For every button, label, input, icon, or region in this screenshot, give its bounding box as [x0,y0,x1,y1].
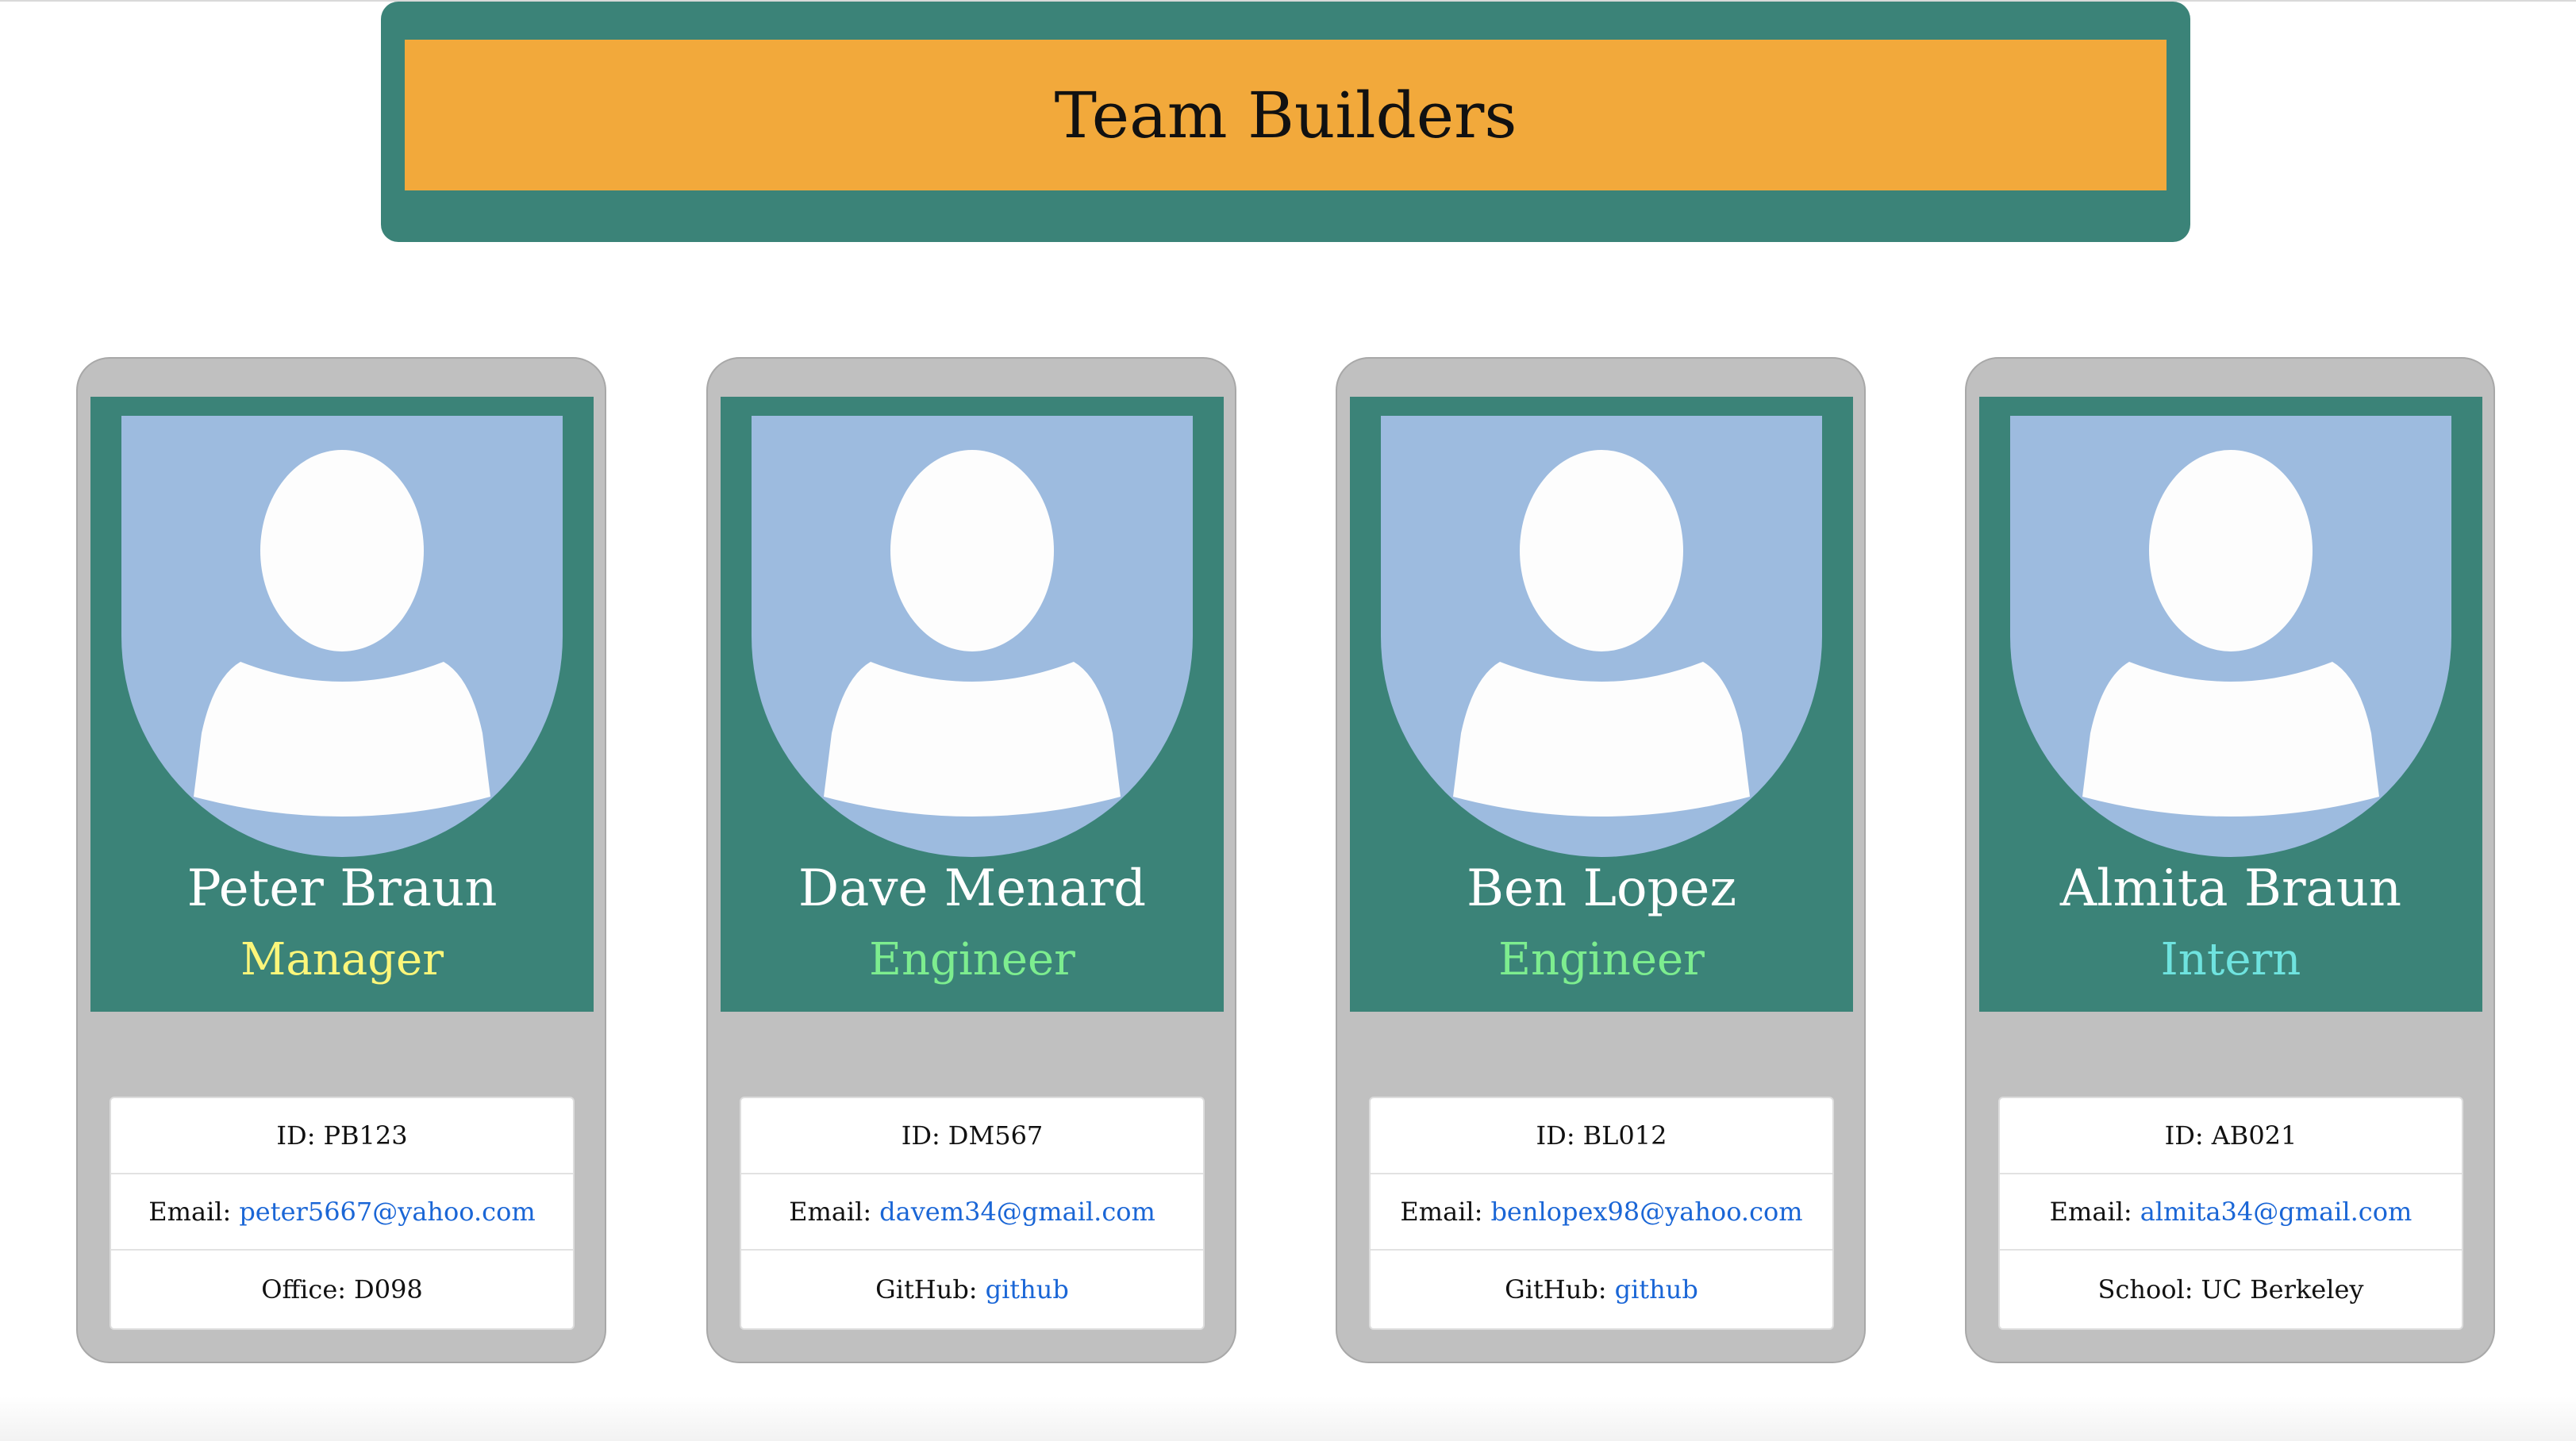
employee-card-intern: Almita Braun Intern ID: AB021 Email: alm… [1965,357,2495,1363]
card-header: Ben Lopez Engineer [1350,397,1853,1012]
user-silhouette-icon [752,416,1193,857]
email-link[interactable]: almita34@gmail.com [2140,1197,2413,1227]
employee-details-list: ID: PB123 Email: peter5667@yahoo.com Off… [110,1097,575,1330]
github-link[interactable]: github [1615,1274,1698,1305]
email-label: Email: [2049,1197,2132,1227]
email-label: Email: [789,1197,872,1227]
header-banner: Team Builders [381,2,2190,242]
id-value: AB021 [2211,1120,2297,1151]
office-row: Office: D098 [111,1251,573,1328]
id-row: ID: BL012 [1371,1098,1832,1174]
id-label: ID: [1536,1120,1575,1151]
employee-name: Almita Braun [2059,859,2402,918]
school-row: School: UC Berkeley [2000,1251,2462,1328]
card-header: Dave Menard Engineer [721,397,1224,1012]
employee-name: Peter Braun [186,859,498,918]
school-label: School: [2097,1274,2193,1305]
header-bar: Team Builders [405,40,2167,190]
id-value: DM567 [948,1120,1044,1151]
github-row: GitHub: github [1371,1251,1832,1328]
bottom-shade [0,1397,2576,1441]
user-silhouette-icon [2010,416,2451,857]
email-link[interactable]: davem34@gmail.com [879,1197,1155,1227]
employee-role: Engineer [869,934,1075,986]
id-row: ID: DM567 [741,1098,1203,1174]
github-row: GitHub: github [741,1251,1203,1328]
email-row: Email: benlopex98@yahoo.com [1371,1174,1832,1251]
email-row: Email: davem34@gmail.com [741,1174,1203,1251]
id-label: ID: [901,1120,940,1151]
employee-name: Ben Lopez [1466,859,1737,918]
user-silhouette-icon [1381,416,1822,857]
user-silhouette-icon [121,416,563,857]
employee-details-list: ID: BL012 Email: benlopex98@yahoo.com Gi… [1369,1097,1834,1330]
email-link[interactable]: peter5667@yahoo.com [239,1197,535,1227]
employee-role: Engineer [1498,934,1705,986]
employee-details-list: ID: DM567 Email: davem34@gmail.com GitHu… [740,1097,1205,1330]
employee-role: Intern [2160,934,2301,986]
employee-card-engineer: Dave Menard Engineer ID: DM567 Email: da… [706,357,1236,1363]
id-label: ID: [2164,1120,2204,1151]
email-label: Email: [1400,1197,1483,1227]
employee-details-list: ID: AB021 Email: almita34@gmail.com Scho… [1998,1097,2463,1330]
id-row: ID: AB021 [2000,1098,2462,1174]
id-row: ID: PB123 [111,1098,573,1174]
employee-name: Dave Menard [798,859,1147,918]
school-value: UC Berkeley [2201,1274,2364,1305]
office-value: D098 [354,1274,423,1305]
employee-role: Manager [240,934,444,986]
github-label: GitHub: [875,1274,978,1305]
id-value: PB123 [323,1120,408,1151]
employee-card-engineer: Ben Lopez Engineer ID: BL012 Email: benl… [1336,357,1866,1363]
card-header: Almita Braun Intern [1979,397,2482,1012]
id-label: ID: [276,1120,316,1151]
github-link[interactable]: github [986,1274,1069,1305]
office-label: Office: [261,1274,347,1305]
employee-card-manager: Peter Braun Manager ID: PB123 Email: pet… [76,357,606,1363]
email-row: Email: almita34@gmail.com [2000,1174,2462,1251]
email-label: Email: [148,1197,232,1227]
email-link[interactable]: benlopex98@yahoo.com [1490,1197,1802,1227]
card-header: Peter Braun Manager [90,397,594,1012]
email-row: Email: peter5667@yahoo.com [111,1174,573,1251]
id-value: BL012 [1582,1120,1667,1151]
github-label: GitHub: [1505,1274,1607,1305]
page-title: Team Builders [1054,78,1517,152]
